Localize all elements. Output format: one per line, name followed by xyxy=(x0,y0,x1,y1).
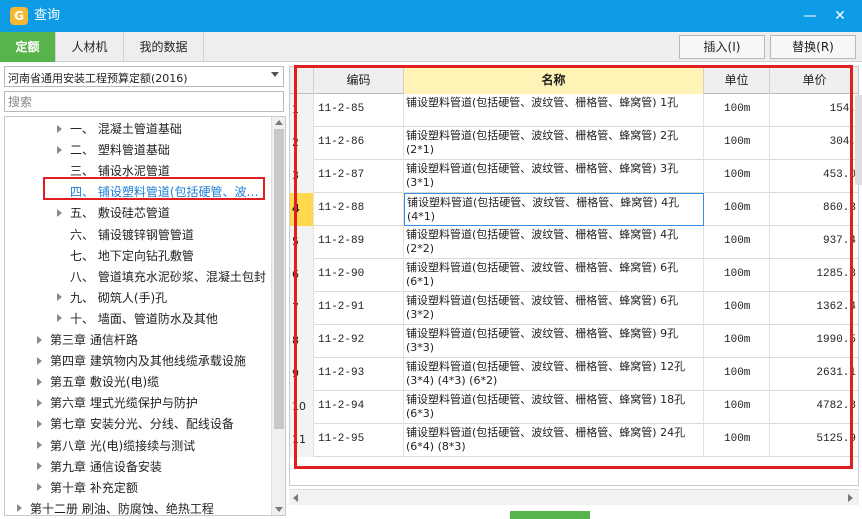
tree-node-label: 第十章 补充定额 xyxy=(50,480,138,495)
expand-arrow-icon[interactable] xyxy=(37,441,42,449)
tree-node-label: 七、 地下定向钻孔敷管 xyxy=(70,248,194,263)
tree-node[interactable]: 六、 铺设镀锌钢管管道 xyxy=(57,225,194,246)
tree-node-label: 二、 塑料管道基础 xyxy=(70,143,170,158)
tree-node[interactable]: 八、 管道填充水泥砂浆、混凝土包封 xyxy=(57,267,266,288)
tree-node[interactable]: 七、 地下定向钻孔敷管 xyxy=(57,246,194,267)
scroll-down-icon[interactable] xyxy=(275,507,283,512)
tree-node-label: 九、 砌筑人(手)孔 xyxy=(70,290,168,305)
scroll-up-icon[interactable] xyxy=(275,120,283,125)
tree-node[interactable]: 第九章 通信设备安装 xyxy=(37,457,162,478)
expand-arrow-icon[interactable] xyxy=(57,314,62,323)
expand-arrow-icon[interactable] xyxy=(57,208,62,217)
tree-node-label: 一、 混凝土管道基础 xyxy=(70,122,182,136)
scroll-left-icon[interactable] xyxy=(293,494,298,502)
tree-node-label: 第六章 埋式光缆保护与防护 xyxy=(50,396,198,411)
results-highlight xyxy=(294,65,853,469)
tree-node-label: 第五章 敷设光(电)缆 xyxy=(50,375,160,390)
expand-arrow-icon[interactable] xyxy=(57,124,62,133)
tab-quota[interactable]: 定额 xyxy=(0,32,56,62)
tab-bar: 定额 人材机 我的数据 插入(I) 替换(R) xyxy=(0,32,862,62)
replace-button[interactable]: 替换(R) xyxy=(770,35,856,59)
minimize-icon[interactable]: — xyxy=(800,6,820,26)
tree-node[interactable]: 第六章 埋式光缆保护与防护 xyxy=(37,393,198,414)
tree-node[interactable]: 第三章 通信杆路 xyxy=(37,330,138,351)
tree-node[interactable]: 九、 砌筑人(手)孔 xyxy=(57,288,167,309)
tree-node[interactable]: 第七章 安装分光、分线、配线设备 xyxy=(37,414,234,435)
tree-scrollbar[interactable] xyxy=(271,117,285,515)
quota-library-value: 河南省通用安装工程预算定额(2016) xyxy=(8,72,188,85)
expand-arrow-icon[interactable] xyxy=(37,419,42,428)
tree-node[interactable]: 第五章 敷设光(电)缆 xyxy=(37,372,159,393)
tree-node-label: 五、 敷设硅芯管道 xyxy=(70,206,170,221)
tree-node[interactable]: 十、 墙面、管道防水及其他 xyxy=(57,309,218,330)
quota-library-select[interactable]: 河南省通用安装工程预算定额(2016) xyxy=(4,66,284,87)
tree-node-label: 第十二册 刷油、防腐蚀、绝热工程 xyxy=(30,501,214,516)
selected-node-highlight xyxy=(43,177,265,200)
insert-button[interactable]: 插入(I) xyxy=(679,35,765,59)
panel-resize-grip[interactable] xyxy=(510,511,590,519)
tree-node-label: 第四章 建筑物内及其他线缆承载设施 xyxy=(50,354,246,369)
chapter-tree: 一、 混凝土管道基础 二、 塑料管道基础 三、 铺设水泥管道 四、 铺设塑料管道(包括… xyxy=(4,116,286,516)
tree-node-label: 第三章 通信杆路 xyxy=(50,333,138,347)
close-icon[interactable]: ✕ xyxy=(830,6,850,26)
search-input[interactable] xyxy=(4,91,284,112)
tree-node[interactable]: 第十章 补充定额 xyxy=(37,478,138,499)
chevron-down-icon[interactable] xyxy=(271,72,279,77)
tree-node[interactable]: 第四章 建筑物内及其他线缆承载设施 xyxy=(37,351,246,372)
tree-node-label: 第九章 通信设备安装 xyxy=(50,459,162,474)
tree-node[interactable]: 第十二册 刷油、防腐蚀、绝热工程 xyxy=(17,499,214,516)
grid-horizontal-scrollbar[interactable] xyxy=(289,489,859,505)
expand-arrow-icon[interactable] xyxy=(37,356,42,365)
tree-node[interactable]: 二、 塑料管道基础 xyxy=(57,140,170,161)
tree-node-label: 八、 管道填充水泥砂浆、混凝土包封 xyxy=(70,269,266,284)
expand-arrow-icon[interactable] xyxy=(17,504,22,513)
expand-arrow-icon[interactable] xyxy=(37,398,42,407)
tree-node-label: 十、 墙面、管道防水及其他 xyxy=(70,311,218,326)
tree-node[interactable]: 五、 敷设硅芯管道 xyxy=(57,203,170,224)
expand-arrow-icon[interactable] xyxy=(37,377,42,386)
window-title: 查询 xyxy=(34,8,61,23)
tree-node-label: 第八章 光(电)缆接续与测试 xyxy=(50,438,196,453)
right-scrollbar[interactable] xyxy=(855,95,862,185)
expand-arrow-icon[interactable] xyxy=(37,462,42,471)
title-bar: G 查询 — ✕ xyxy=(0,0,862,32)
app-logo-icon: G xyxy=(10,7,28,25)
expand-arrow-icon[interactable] xyxy=(37,483,42,492)
tab-my-data[interactable]: 我的数据 xyxy=(124,32,204,62)
tree-node[interactable]: 第八章 光(电)缆接续与测试 xyxy=(37,436,195,457)
tree-scroll-thumb[interactable] xyxy=(274,129,284,429)
expand-arrow-icon[interactable] xyxy=(57,145,62,154)
expand-arrow-icon[interactable] xyxy=(57,293,62,302)
expand-arrow-icon[interactable] xyxy=(37,335,42,344)
tree-node-label: 第七章 安装分光、分线、配线设备 xyxy=(50,417,234,432)
scroll-right-icon[interactable] xyxy=(848,494,853,502)
tree-node-label: 六、 铺设镀锌钢管管道 xyxy=(70,227,194,242)
tab-labor-material-machine[interactable]: 人材机 xyxy=(56,32,124,62)
tree-node[interactable]: 一、 混凝土管道基础 xyxy=(57,119,182,140)
